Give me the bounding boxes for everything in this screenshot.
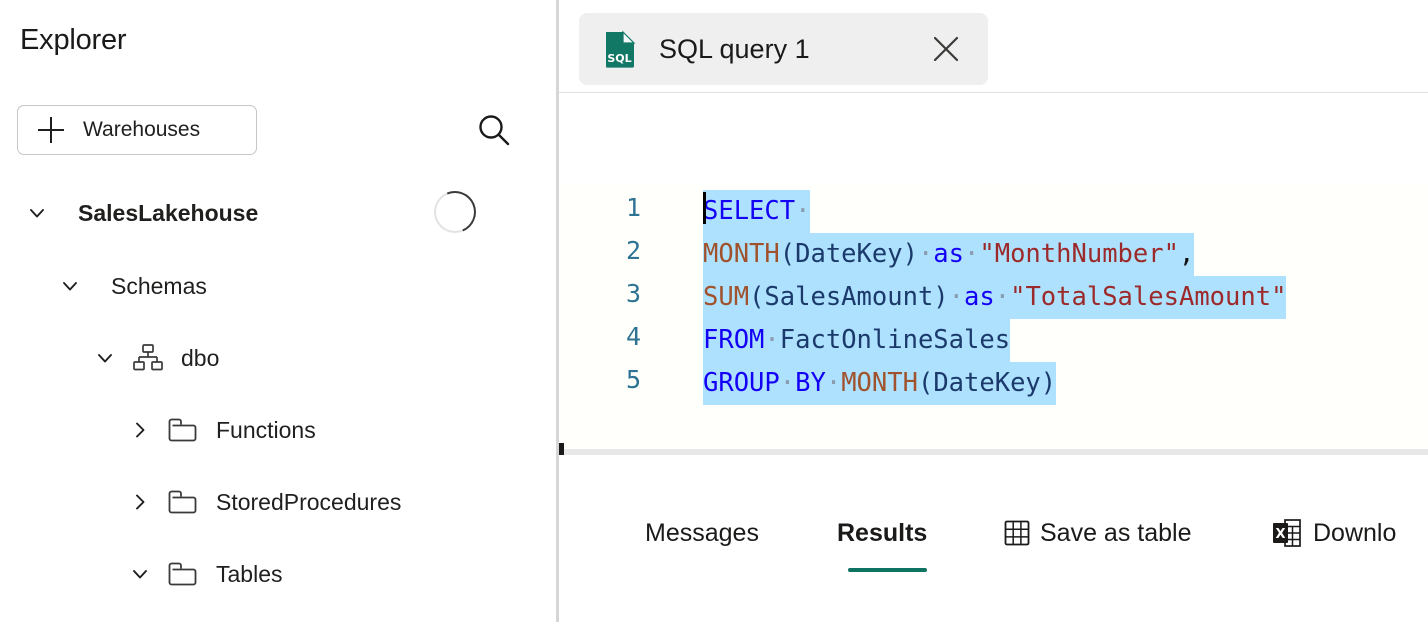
loading-spinner [427, 184, 483, 240]
query-pane: SQL SQL query 1 1 SELECT· 2 MONTH(DateKe… [559, 0, 1428, 622]
page-title: Explorer [20, 24, 127, 56]
active-tab-indicator [848, 568, 927, 572]
chevron-down-icon[interactable] [57, 273, 83, 299]
code-text: SUM(SalesAmount)·as·"TotalSalesAmount" [703, 276, 1287, 319]
add-warehouses-button[interactable]: Warehouses [17, 105, 257, 155]
sql-code-editor[interactable]: 1 SELECT· 2 MONTH(DateKey)·as·"MonthNumb… [559, 185, 1428, 449]
sql-file-icon: SQL [603, 30, 637, 68]
chevron-down-icon[interactable] [127, 561, 153, 587]
text-caret [703, 192, 706, 224]
fabric-warehouse-sql-editor: Explorer Warehouses SalesLakehouse Schem… [0, 0, 1428, 622]
tab-messages[interactable]: Messages [645, 510, 759, 556]
tab-title: SQL query 1 [659, 33, 810, 64]
sidebar-item-label: Tables [216, 560, 283, 587]
tab-messages-label: Messages [645, 518, 759, 547]
sidebar-item-schemas[interactable]: Schemas [57, 266, 207, 306]
line-number: 3 [625, 279, 641, 308]
results-tabstrip: Messages Results Save as table X Downlo [559, 455, 1428, 572]
line-number: 5 [625, 365, 641, 394]
tab-sql-query-1[interactable]: SQL SQL query 1 [579, 13, 988, 85]
add-warehouses-label: Warehouses [83, 118, 201, 141]
tab-results[interactable]: Results [837, 510, 927, 556]
svg-text:X: X [1275, 527, 1285, 542]
code-text: GROUP·BY·MONTH(DateKey) [703, 362, 1057, 405]
sidebar-item-saleslakehouse[interactable]: SalesLakehouse [24, 193, 258, 233]
folder-icon [167, 488, 199, 516]
sidebar-item-tables[interactable]: Tables [127, 554, 282, 594]
query-toolbar: Run Save as view [559, 94, 1428, 273]
sidebar-item-storedprocedures[interactable]: StoredProcedures [127, 482, 401, 522]
sidebar-item-functions[interactable]: Functions [127, 410, 316, 450]
folder-icon [167, 560, 199, 588]
schema-hierarchy-icon [132, 343, 164, 373]
tab-strip: SQL SQL query 1 [559, 0, 1428, 93]
chevron-right-icon[interactable] [127, 417, 153, 443]
sidebar-item-label: dbo [181, 344, 220, 371]
sidebar-item-label: Schemas [111, 272, 207, 299]
sidebar-item-label: SalesLakehouse [78, 199, 259, 226]
save-as-table-button[interactable]: Save as table [1002, 510, 1192, 556]
sidebar-item-dbo[interactable]: dbo [92, 338, 219, 378]
tab-results-label: Results [837, 518, 928, 547]
line-number: 2 [625, 236, 641, 265]
search-icon[interactable] [475, 112, 513, 150]
chevron-down-icon[interactable] [92, 345, 118, 371]
code-text: MONTH(DateKey)·as·"MonthNumber", [703, 233, 1195, 276]
results-pane: Messages Results Save as table X Downlo [559, 455, 1428, 622]
close-icon[interactable] [929, 32, 963, 66]
code-text: FROM·FactOnlineSales [703, 319, 1011, 362]
line-number: 1 [625, 193, 641, 222]
chevron-right-icon[interactable] [127, 489, 153, 515]
table-grid-icon [1002, 518, 1032, 548]
explorer-sidebar: Explorer Warehouses SalesLakehouse Schem… [0, 0, 556, 622]
chevron-down-icon[interactable] [24, 200, 50, 226]
download-label: Downlo [1313, 518, 1397, 547]
code-text: SELECT· [703, 190, 811, 233]
line-number: 4 [625, 322, 641, 351]
svg-text:SQL: SQL [607, 52, 631, 65]
plus-icon [38, 117, 64, 143]
sidebar-item-label: StoredProcedures [216, 488, 402, 515]
download-excel-button[interactable]: X Downlo [1271, 510, 1396, 556]
excel-icon: X [1271, 517, 1303, 549]
save-as-table-label: Save as table [1040, 518, 1192, 547]
folder-icon [167, 416, 199, 444]
sidebar-item-label: Functions [216, 416, 316, 443]
